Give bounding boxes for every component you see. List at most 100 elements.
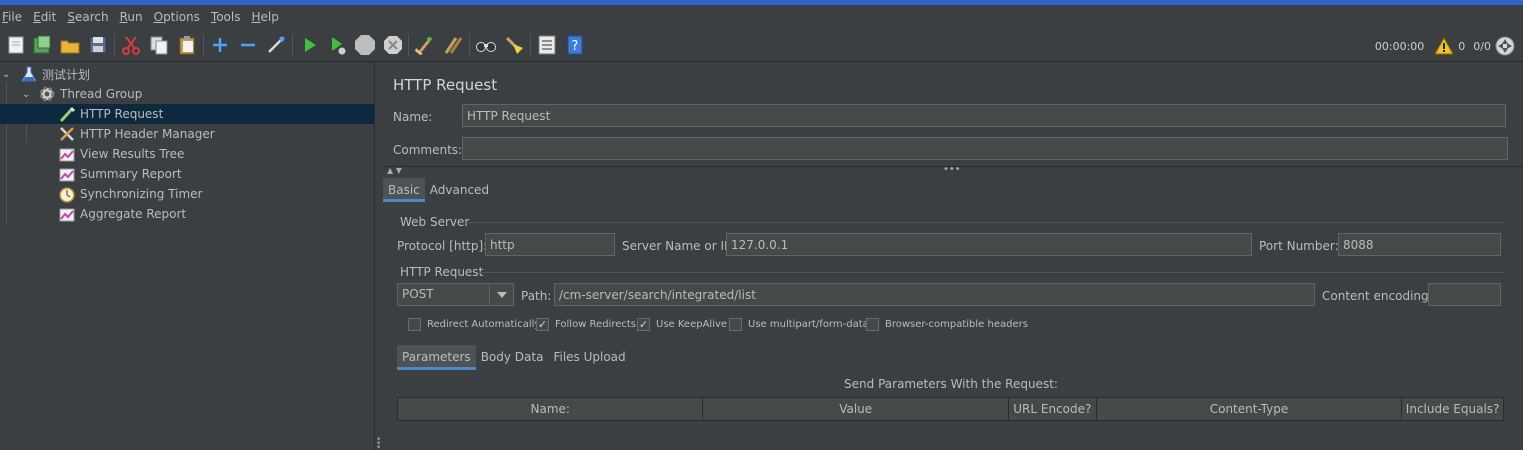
page-title: HTTP Request (393, 76, 498, 94)
stop-icon[interactable] (354, 34, 376, 56)
path-label: Path: (521, 289, 552, 303)
menu-edit[interactable]: Edit (33, 10, 56, 24)
http-request-title: HTTP Request (400, 265, 484, 279)
column-header-content-type[interactable]: Content-Type (1097, 398, 1403, 420)
function-helper-icon[interactable] (536, 34, 558, 56)
expand-icon[interactable] (209, 34, 231, 56)
flask-icon (20, 65, 38, 83)
tree-label-summary-report: Summary Report (80, 167, 182, 181)
tree-node-http-header-manager[interactable]: HTTP Header Manager (0, 124, 374, 144)
web-server-title: Web Server (400, 215, 470, 229)
chevron-down-icon[interactable] (489, 284, 513, 305)
menu-options[interactable]: Options (154, 10, 200, 24)
tree-node-synchronizing-timer[interactable]: Synchronizing Timer (0, 184, 374, 204)
chart-icon (58, 205, 76, 223)
encoding-field[interactable] (1428, 283, 1501, 306)
vertical-splitter[interactable]: • • • (374, 62, 382, 450)
remote-globe-icon[interactable] (1495, 36, 1515, 56)
save-icon[interactable] (87, 34, 109, 56)
tree-node-view-results-tree[interactable]: View Results Tree (0, 144, 374, 164)
horizontal-splitter[interactable]: ▲ ▼ ••• (383, 164, 1523, 175)
protocol-field[interactable] (485, 233, 615, 256)
checkbox-box[interactable] (408, 318, 421, 331)
new-icon[interactable] (5, 34, 27, 56)
tree-label-synchronizing-timer: Synchronizing Timer (80, 187, 203, 201)
tab-parameters[interactable]: Parameters (397, 345, 476, 370)
tree-node-thread-group[interactable]: ⌄ Thread Group (0, 84, 374, 104)
http-request-panel: HTTP Request Name: Comments: ▲ ▼ ••• Bas… (383, 62, 1523, 450)
params-title: Send Parameters With the Request: (844, 377, 1058, 391)
column-header-url-encode[interactable]: URL Encode? (1009, 398, 1097, 420)
server-label: Server Name or IP: (622, 239, 736, 253)
help-icon[interactable]: ? (564, 34, 586, 56)
browser-compatible-headers-checkbox[interactable]: Browser-compatible headers (866, 318, 1028, 331)
shutdown-icon[interactable] (382, 34, 404, 56)
tree-label-http-header-manager: HTTP Header Manager (80, 127, 215, 141)
column-header-include-equals[interactable]: Include Equals? (1402, 398, 1503, 420)
comments-field[interactable] (462, 137, 1508, 160)
chevron-down-icon[interactable]: ⌄ (22, 89, 34, 100)
tree-node-summary-report[interactable]: Summary Report (0, 164, 374, 184)
tab-advanced[interactable]: Advanced (425, 178, 494, 202)
drag-handle-icon: ••• (943, 164, 961, 175)
checkbox-label: Follow Redirects (555, 319, 636, 330)
open-icon[interactable] (59, 34, 81, 56)
start-no-pause-icon[interactable] (326, 34, 348, 56)
tree-node-test-plan[interactable]: ⌄ 测试计划 (0, 64, 374, 84)
drag-handle-icon: ••• (376, 435, 382, 450)
path-field[interactable] (554, 283, 1315, 306)
column-header-name[interactable]: Name: (398, 398, 704, 420)
port-label: Port Number: (1259, 239, 1339, 253)
cut-icon[interactable] (120, 34, 142, 56)
redirect-automatically-checkbox[interactable]: Redirect Automatically (408, 318, 540, 331)
search-icon[interactable] (475, 34, 497, 56)
checkbox-label: Use multipart/form-data (748, 319, 869, 330)
checkbox-box[interactable] (729, 318, 742, 331)
paste-icon[interactable] (176, 34, 198, 56)
checkbox-box[interactable]: ✓ (637, 318, 650, 331)
templates-icon[interactable] (31, 34, 53, 56)
tree-label-http-request: HTTP Request (80, 107, 164, 121)
clear-all-icon[interactable] (442, 34, 464, 56)
tree-label-aggregate-report: Aggregate Report (80, 207, 187, 221)
column-header-value[interactable]: Value (703, 398, 1009, 420)
protocol-label: Protocol [http]: (397, 239, 488, 253)
name-label: Name: (393, 110, 433, 124)
menu-file[interactable]: File (2, 10, 22, 24)
clear-icon[interactable] (414, 34, 436, 56)
request-body-tabs: Parameters Body Data Files Upload (397, 345, 631, 370)
start-icon[interactable] (298, 34, 320, 56)
menu-tools[interactable]: Tools (211, 10, 241, 24)
svg-text:?: ? (572, 39, 579, 54)
pipette-icon (58, 105, 76, 123)
use-multipart-checkbox[interactable]: Use multipart/form-data (729, 318, 869, 331)
follow-redirects-checkbox[interactable]: ✓ Follow Redirects (536, 318, 636, 331)
copy-icon[interactable] (148, 34, 170, 56)
toggle-icon[interactable] (265, 34, 287, 56)
warning-icon[interactable] (1434, 36, 1455, 55)
tab-files-upload[interactable]: Files Upload (548, 345, 630, 370)
name-field[interactable] (462, 104, 1506, 127)
menu-search[interactable]: Search (67, 10, 108, 24)
chevron-down-icon[interactable]: ⌄ (2, 69, 14, 80)
tree-node-http-request[interactable]: HTTP Request (0, 104, 374, 124)
thread-count: 0/0 (1473, 39, 1491, 53)
collapse-icon[interactable] (237, 34, 259, 56)
elapsed-time: 00:00:00 (1374, 39, 1425, 53)
tab-body-data[interactable]: Body Data (476, 345, 549, 370)
reset-search-icon[interactable] (503, 34, 525, 56)
tree-label-thread-group: Thread Group (60, 87, 143, 101)
method-select[interactable]: POST (397, 283, 514, 306)
tab-basic[interactable]: Basic (383, 178, 425, 202)
checkbox-box[interactable] (866, 318, 879, 331)
server-field[interactable] (726, 233, 1252, 256)
use-keepalive-checkbox[interactable]: ✓ Use KeepAlive (637, 318, 727, 331)
tree-node-aggregate-report[interactable]: Aggregate Report (0, 204, 374, 224)
tree-label-test-plan: 测试计划 (42, 67, 91, 82)
checkbox-box[interactable]: ✓ (536, 318, 549, 331)
main-tabs: Basic Advanced (383, 178, 494, 202)
port-field[interactable] (1338, 233, 1501, 256)
collapse-arrows-icon[interactable]: ▲ ▼ (387, 166, 402, 175)
menu-run[interactable]: Run (120, 10, 143, 24)
menu-help[interactable]: Help (252, 10, 279, 24)
